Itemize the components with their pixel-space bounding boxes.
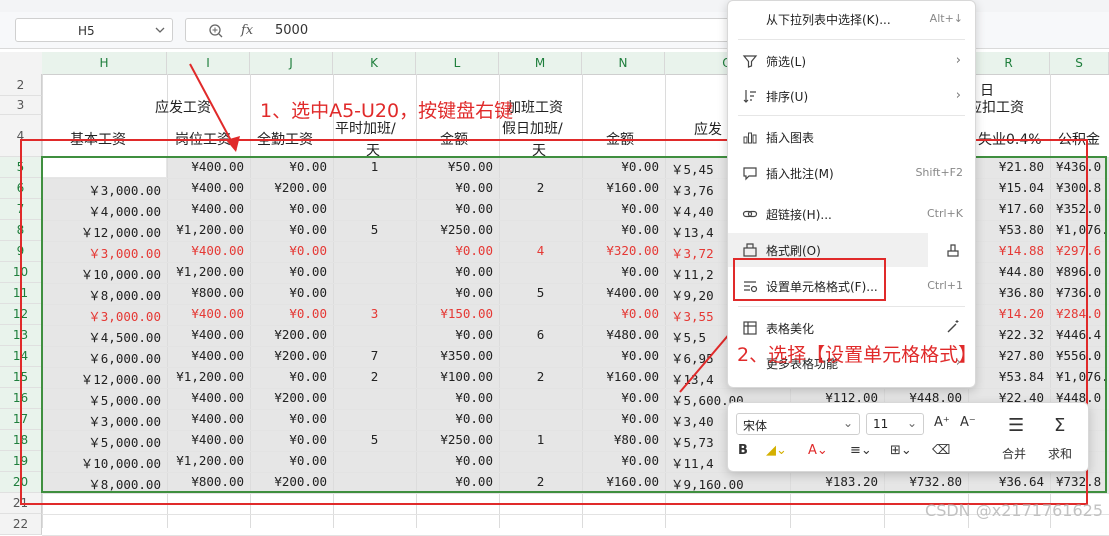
font-family-select[interactable]: 宋体 ⌄: [736, 413, 860, 435]
sum-icon[interactable]: Σ: [1054, 415, 1065, 436]
border-icon[interactable]: ⊞⌄: [890, 443, 912, 458]
magic-wand-icon[interactable]: [945, 319, 961, 335]
arrow-1-line: [189, 63, 237, 151]
menu-item-insert-comment[interactable]: 插入批注(M) Shift+F2: [728, 156, 975, 190]
link-icon: [742, 210, 758, 218]
clear-format-icon[interactable]: ⌫: [932, 443, 950, 458]
format-painter-icon: [743, 243, 757, 257]
watermark: CSDN @x2171761625: [925, 501, 1103, 520]
menu-item-sort[interactable]: 排序(U) ›: [728, 79, 975, 113]
mini-toolbar: 宋体 ⌄ 11 ⌄ A⁺ A⁻ B ◢⌄ A⌄ ≡⌄ ⊞⌄ ⌫ ☰ 合并 Σ 求…: [727, 402, 1089, 472]
arrow-1-head: [226, 136, 240, 152]
submenu-arrow-icon: ›: [955, 53, 961, 68]
menu-divider: [738, 115, 965, 116]
annotation-highlight-format-cells: [733, 258, 886, 301]
filter-icon: [742, 55, 758, 68]
chart-icon: [743, 132, 757, 144]
merge-button[interactable]: 合并: [1002, 445, 1026, 462]
font-size-select[interactable]: 11 ⌄: [866, 413, 924, 435]
increase-font-icon[interactable]: A⁺: [934, 415, 950, 430]
menu-divider: [738, 306, 965, 307]
sort-icon: [743, 90, 756, 103]
annotation-step-1: 1、选中A5-U20，按键盘右键: [260, 100, 514, 122]
comment-icon: [743, 167, 757, 181]
brush-icon[interactable]: [945, 242, 961, 258]
menu-divider: [738, 39, 965, 40]
menu-item-insert-chart[interactable]: 插入图表: [728, 120, 975, 154]
submenu-arrow-icon: ›: [955, 88, 961, 103]
merge-icon[interactable]: ☰: [1008, 415, 1024, 436]
annotation-step-2: 2、选择【设置单元格格式】: [737, 344, 978, 366]
bold-icon[interactable]: B: [738, 443, 748, 458]
sum-button[interactable]: 求和: [1048, 445, 1072, 462]
chevron-down-icon: ⌄: [906, 416, 917, 430]
decrease-font-icon[interactable]: A⁻: [960, 415, 976, 430]
menu-item-hyperlink[interactable]: 超链接(H)... Ctrl+K: [728, 197, 975, 231]
align-icon[interactable]: ≡⌄: [850, 443, 872, 458]
chevron-down-icon: ⌄: [842, 416, 853, 430]
fill-color-icon[interactable]: ◢⌄: [766, 443, 787, 458]
menu-item-filter[interactable]: 筛选(L) ›: [728, 44, 975, 78]
font-color-icon[interactable]: A⌄: [808, 443, 828, 458]
menu-item-pick-from-list[interactable]: 从下拉列表中选择(K)... Alt+↓: [728, 2, 975, 36]
context-menu: 从下拉列表中选择(K)... Alt+↓ 筛选(L) › 排序(U) › 插入图…: [727, 0, 976, 388]
beautify-icon: [743, 321, 757, 335]
